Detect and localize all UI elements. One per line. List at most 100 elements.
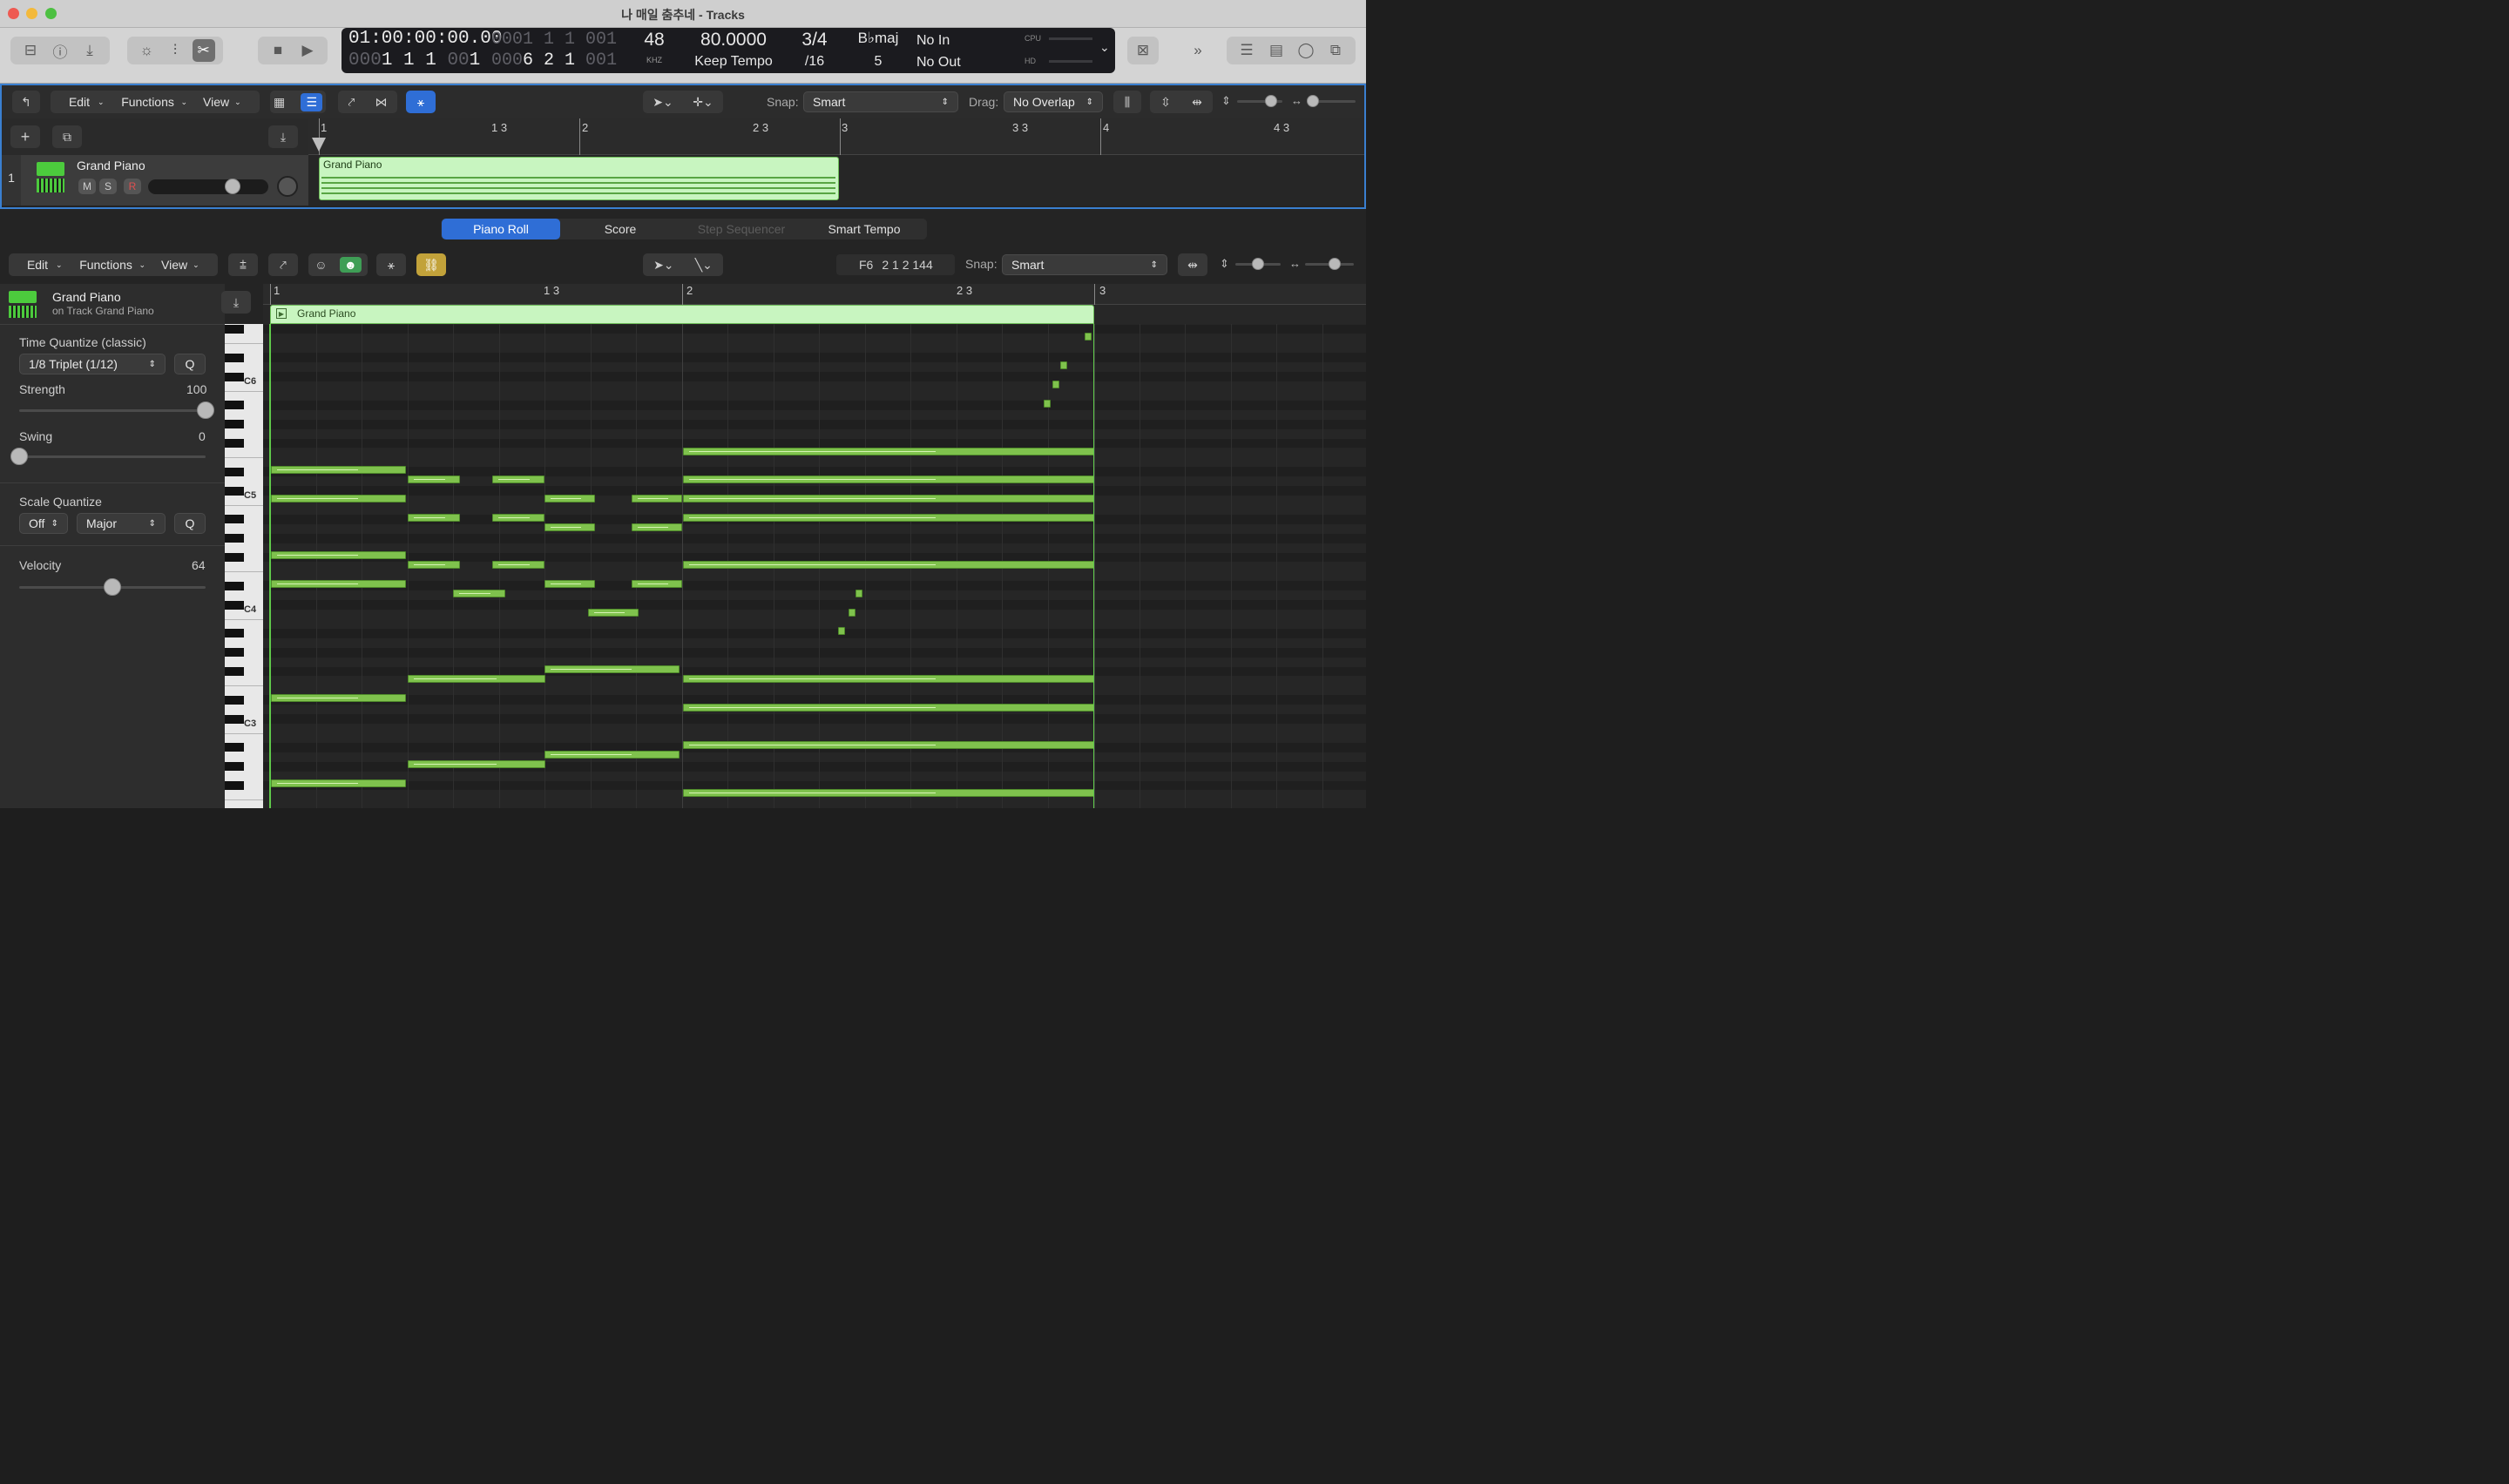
midi-note[interactable] [271, 779, 406, 787]
midi-note[interactable] [1085, 333, 1092, 341]
stop-icon[interactable]: ■ [267, 39, 289, 62]
midi-note[interactable] [683, 561, 1094, 569]
editor-region-header[interactable]: ▶ Grand Piano [270, 305, 1094, 324]
notepad-icon[interactable]: ▤ [1265, 39, 1288, 62]
black-key[interactable] [225, 515, 244, 524]
midi-note[interactable] [271, 551, 406, 559]
black-key[interactable] [225, 629, 244, 638]
midi-in-icon[interactable]: ☺ [314, 258, 327, 272]
midi-note[interactable] [1060, 361, 1067, 369]
black-key[interactable] [225, 743, 244, 752]
midi-note[interactable] [683, 514, 1094, 522]
editor-snap-select[interactable]: Smart ⇕ [1002, 254, 1167, 275]
black-key[interactable] [225, 714, 244, 724]
time-quantize-button[interactable]: Q [174, 354, 206, 374]
midi-note[interactable] [408, 561, 460, 569]
editor-vzoom-knob[interactable] [1252, 258, 1264, 270]
midi-note[interactable] [453, 590, 505, 597]
midi-note[interactable] [632, 523, 682, 531]
midi-region[interactable]: Grand Piano [319, 157, 839, 200]
midi-note[interactable] [492, 514, 544, 522]
midi-note[interactable] [683, 789, 1094, 797]
time-quantize-select[interactable]: 1/8 Triplet (1/12) ⇕ [19, 354, 166, 374]
tab-piano-roll[interactable]: Piano Roll [442, 219, 560, 239]
vertical-fit-icon[interactable]: ⇳ [1160, 95, 1171, 110]
midi-note[interactable] [492, 561, 544, 569]
scale-root-select[interactable]: Off ⇕ [19, 513, 68, 534]
mute-button[interactable]: M [78, 179, 96, 194]
piano-roll-grid[interactable] [263, 324, 1366, 808]
black-key[interactable] [225, 372, 244, 381]
midi-note[interactable] [408, 476, 460, 483]
black-key[interactable] [225, 648, 244, 658]
black-key[interactable] [225, 695, 244, 705]
list-icon[interactable]: ☰ [1235, 39, 1258, 62]
strength-slider[interactable] [19, 409, 206, 412]
editor-hfit-icon[interactable]: ⇹ [1178, 253, 1207, 276]
info-icon[interactable]: ⓘ [49, 39, 71, 62]
black-key[interactable] [225, 439, 244, 448]
tracks-hzoom-knob[interactable] [1307, 95, 1319, 107]
tracks-functions-menu[interactable]: Functions [105, 95, 192, 109]
midi-note[interactable] [408, 760, 545, 768]
midi-note[interactable] [271, 495, 406, 503]
midi-note[interactable] [683, 495, 1094, 503]
midi-note[interactable] [544, 523, 595, 531]
track-volume-knob[interactable] [225, 179, 240, 194]
midi-note[interactable] [683, 675, 1094, 683]
midi-note[interactable] [683, 741, 1094, 749]
add-track-icon[interactable]: + [10, 125, 40, 148]
mixer-icon[interactable]: ⫶ [164, 39, 186, 62]
lcd-division[interactable]: /16 [789, 54, 840, 70]
collapse-icon[interactable]: ⩲ [228, 253, 258, 276]
editor-functions-menu[interactable]: Functions [63, 258, 150, 272]
horizontal-fit-icon[interactable]: ⇹ [1192, 95, 1202, 110]
duplicate-track-icon[interactable]: ⧉ [52, 125, 82, 148]
editor-catch-icon[interactable]: ⚹ [376, 253, 406, 276]
tracks-ruler[interactable]: 1 1 3 2 2 3 3 3 3 4 4 3 [308, 118, 1364, 155]
editor-hzoom-knob[interactable] [1329, 258, 1341, 270]
midi-note[interactable] [849, 609, 855, 617]
pencil-tool-icon[interactable]: ╲⌄ [695, 258, 713, 273]
browser-icon[interactable]: ⧉ [1324, 39, 1347, 62]
play-icon[interactable]: ▶ [296, 39, 319, 62]
midi-note[interactable] [632, 580, 682, 588]
lcd-tempo[interactable]: 80.0000 [688, 30, 779, 51]
download-icon[interactable]: ⤓ [78, 39, 101, 62]
solo-button[interactable]: S [99, 179, 117, 194]
swing-slider[interactable] [19, 455, 206, 458]
library-icon[interactable]: ⊟ [19, 39, 42, 62]
black-key[interactable] [225, 534, 244, 543]
close-box-icon[interactable]: ⊠ [1133, 39, 1153, 62]
midi-note[interactable] [544, 580, 595, 588]
black-key[interactable] [225, 401, 244, 410]
track-download-icon[interactable]: ⤓ [268, 125, 298, 148]
grid-view-icon[interactable]: ▦ [274, 95, 285, 110]
black-key[interactable] [225, 781, 244, 790]
midi-note[interactable] [408, 675, 545, 683]
midi-note[interactable] [855, 590, 862, 597]
track-volume-slider[interactable] [148, 179, 268, 194]
midi-note[interactable] [271, 580, 406, 588]
midi-note[interactable] [544, 751, 680, 759]
black-key[interactable] [225, 667, 244, 676]
region-loop-icon[interactable]: ▶ [276, 308, 287, 319]
drag-select[interactable]: No Overlap ⇕ [1004, 91, 1103, 112]
midi-note[interactable] [838, 627, 845, 635]
scale-quantize-button[interactable]: Q [174, 513, 206, 534]
black-key[interactable] [225, 325, 244, 334]
automation-icon[interactable]: ⤤ [348, 95, 355, 110]
velocity-knob[interactable] [104, 578, 121, 596]
midi-note[interactable] [1052, 381, 1059, 388]
flex-icon[interactable]: ⋈ [375, 95, 387, 110]
black-key[interactable] [225, 353, 244, 362]
midi-note[interactable] [544, 495, 595, 503]
editor-pointer-icon[interactable]: ➤⌄ [653, 258, 673, 273]
playhead-marker[interactable] [312, 138, 326, 152]
pointer-tool-icon[interactable]: ➤⌄ [653, 95, 673, 110]
piano-keyboard[interactable]: C6 C5 C4 C3 [225, 324, 263, 808]
scissors-icon[interactable]: ✂ [192, 39, 215, 62]
swing-knob[interactable] [10, 448, 28, 465]
tracks-vzoom-knob[interactable] [1265, 95, 1277, 107]
editor-ruler[interactable]: 1 1 3 2 2 3 3 [263, 284, 1366, 305]
